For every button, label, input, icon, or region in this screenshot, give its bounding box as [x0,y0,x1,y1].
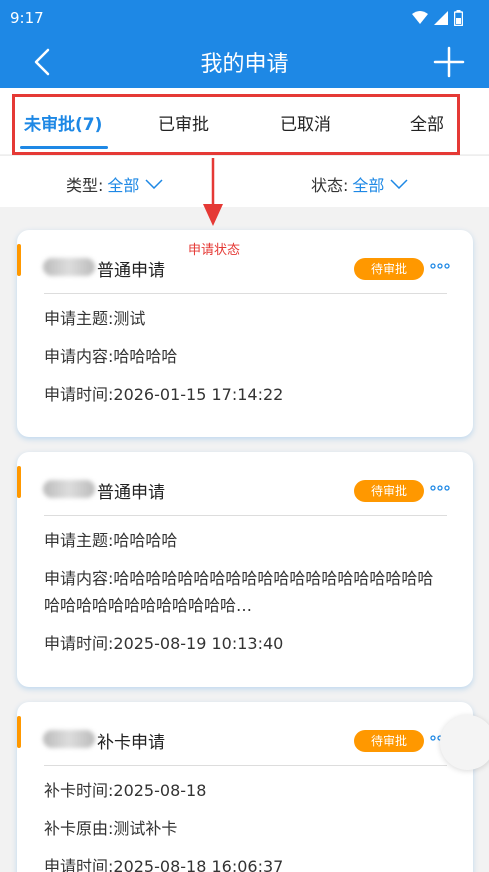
status-badge: 待审批 [354,480,424,502]
application-card[interactable]: 普通申请 待审批 申请主题:测试 申请内容:哈哈哈哈 申请时间:2026-01-… [17,230,473,437]
type-filter-label: 类型: [66,176,104,195]
card-accent [17,466,21,498]
chevron-down-icon [390,179,408,189]
status-time: 9:17 [10,9,44,27]
card-title: 普通申请 [97,483,165,503]
card-divider [44,293,447,294]
card-row: 补卡原由:测试补卡 [44,819,178,838]
annotation-arrow-icon [203,158,223,226]
status-filter-value: 全部 [352,176,385,195]
status-icons [412,10,463,26]
application-card[interactable]: 补卡申请 待审批 补卡时间:2025-08-18 补卡原由:测试补卡 申请时间:… [17,702,473,872]
card-row: 申请内容:哈哈哈哈哈哈哈哈哈哈哈哈哈哈哈哈哈哈哈哈哈哈哈哈哈哈哈哈哈哈哈哈… [44,569,434,615]
card-row: 申请主题:测试 [44,309,146,328]
type-filter-value: 全部 [107,176,140,195]
card-accent [17,716,21,748]
card-row: 申请主题:哈哈哈哈 [44,531,178,550]
type-filter[interactable]: 类型: 全部 [66,172,163,196]
card-title: 补卡申请 [97,733,165,753]
card-row: 申请时间:2025-08-18 16:06:37 [44,857,284,872]
status-badge: 待审批 [354,258,424,280]
status-filter[interactable]: 状态: 全部 [311,172,408,196]
card-row: 补卡时间:2025-08-18 [44,781,207,800]
applicant-name-blurred [43,480,95,498]
more-icon[interactable] [429,480,451,500]
signal-icon [434,11,448,25]
application-card[interactable]: 普通申请 待审批 申请主题:哈哈哈哈 申请内容:哈哈哈哈哈哈哈哈哈哈哈哈哈哈哈哈… [17,452,473,687]
floating-action-button[interactable] [440,715,489,770]
card-accent [17,244,21,276]
card-row: 申请时间:2025-08-19 10:13:40 [44,634,284,653]
battery-icon [454,10,463,26]
annotation-label: 申请状态 [188,243,241,258]
applicant-name-blurred [43,258,95,276]
card-divider [44,765,447,766]
status-badge: 待审批 [354,730,424,752]
card-title: 普通申请 [97,261,165,281]
card-row: 申请时间:2026-01-15 17:14:22 [44,385,284,404]
card-divider [44,515,447,516]
page-title: 我的申请 [200,52,289,77]
applicant-name-blurred [43,730,95,748]
plus-icon[interactable] [431,44,467,80]
card-row: 申请内容:哈哈哈哈 [44,347,178,366]
wifi-icon [412,11,428,24]
status-filter-label: 状态: [311,176,349,195]
app-bar: 我的申请 [0,36,489,88]
tab-highlight-box [12,94,460,155]
chevron-down-icon [145,179,163,189]
more-icon[interactable] [429,258,451,278]
status-bar: 9:17 [0,0,489,36]
filter-bar: 类型: 全部 状态: 全部 [0,155,489,207]
